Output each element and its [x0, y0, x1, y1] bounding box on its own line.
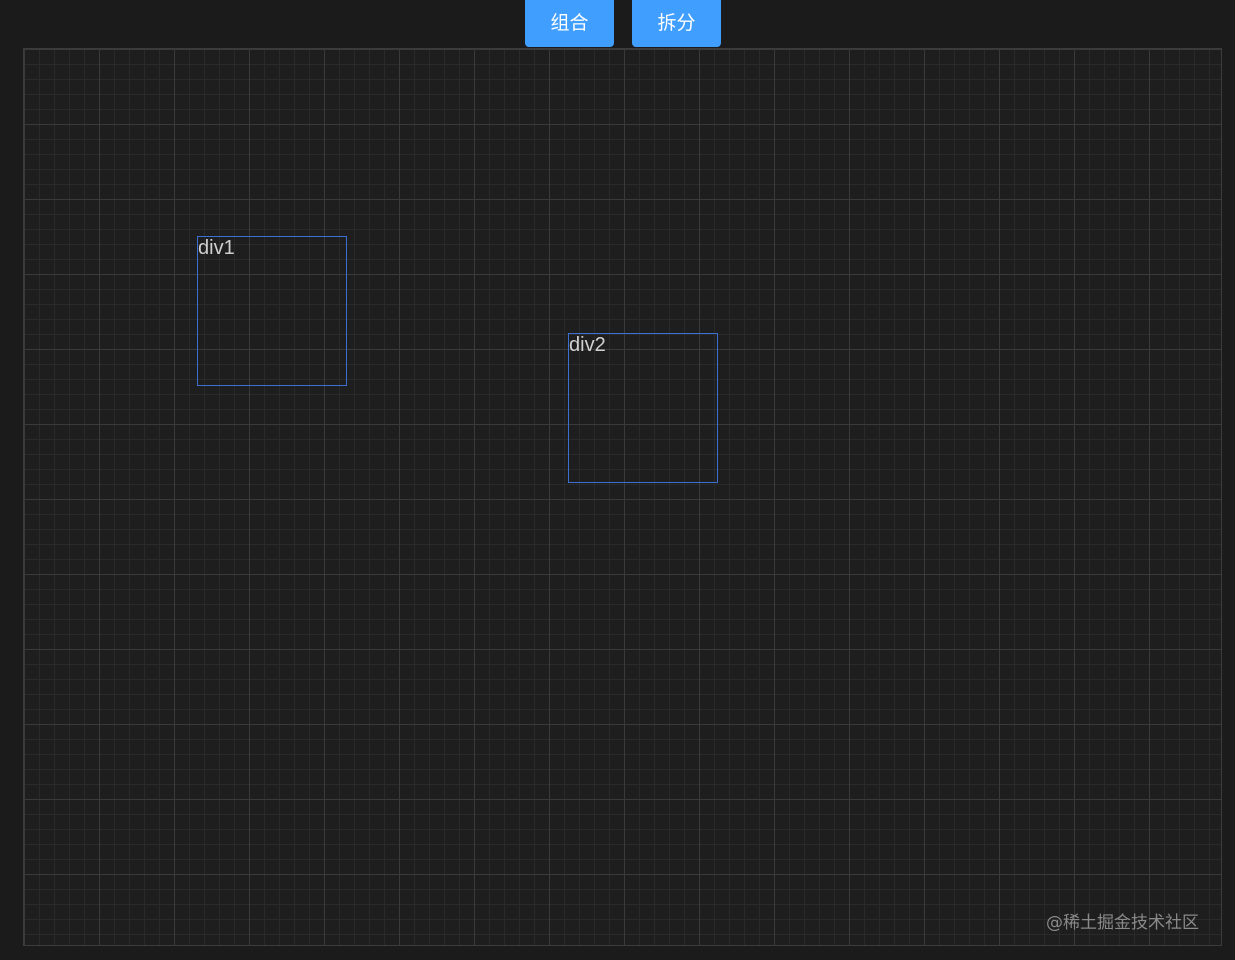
box-label: div1: [198, 237, 235, 259]
grid-canvas[interactable]: div1 div2: [23, 48, 1222, 946]
draggable-box-div1[interactable]: div1: [197, 236, 347, 386]
split-button[interactable]: 拆分: [632, 0, 721, 47]
watermark: @稀土掘金技术社区: [1046, 913, 1199, 933]
combine-button[interactable]: 组合: [525, 0, 614, 47]
toolbar: 组合 拆分: [0, 0, 1235, 48]
draggable-box-div2[interactable]: div2: [568, 333, 718, 483]
box-label: div2: [569, 334, 606, 356]
